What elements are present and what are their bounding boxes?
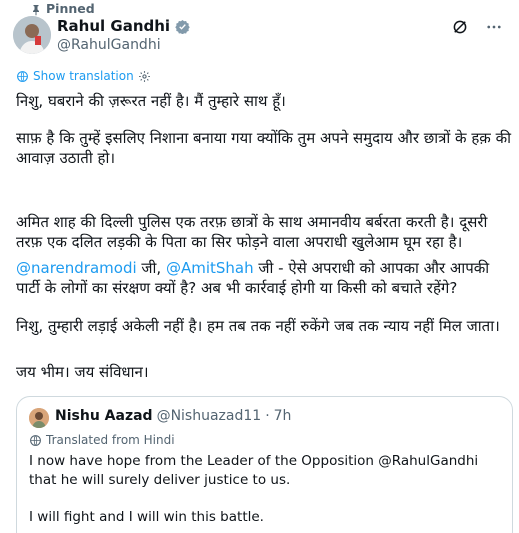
quoted-display-name[interactable]: Nishu Aazad [55, 408, 153, 424]
show-translation-link[interactable]: Show translation [16, 69, 151, 83]
verified-badge-icon[interactable] [175, 19, 190, 34]
quoted-paragraph-2: I will fight and I will win this battle. [29, 509, 264, 525]
show-translation-label: Show translation [33, 69, 134, 83]
quoted-text: I now have hope from the Leader of the O… [29, 452, 499, 527]
author-handle[interactable]: @RahulGandhi [57, 37, 161, 53]
quoted-avatar[interactable] [29, 408, 49, 428]
tweet-actions [451, 18, 503, 36]
mention-narendramodi[interactable]: @narendramodi [16, 259, 137, 277]
more-icon[interactable] [485, 18, 503, 36]
quoted-time[interactable]: 7h [274, 408, 292, 424]
quoted-tweet[interactable]: Nishu Aazad @Nishuazad11 · 7h Translated… [16, 396, 513, 533]
author-display-name[interactable]: Rahul Gandhi [57, 17, 170, 35]
avatar[interactable] [13, 16, 51, 54]
tweet-paragraph-3: अमित शाह की दिल्ली पुलिस एक तरफ़ छात्रों… [16, 213, 488, 251]
translated-from-text: Translated from Hindi [46, 433, 175, 447]
pinned-label: Pinned [46, 0, 95, 16]
mention-amitshah[interactable]: @AmitShah [166, 259, 254, 277]
translate-icon [17, 70, 28, 82]
tweet-paragraph-6: जय भीम। जय संविधान। [16, 363, 149, 381]
quoted-header: Nishu Aazad @Nishuazad11 · 7h [55, 408, 291, 424]
gear-icon[interactable] [138, 70, 151, 83]
author-name-row: Rahul Gandhi [57, 17, 190, 35]
tweet-paragraph-4-mid: जी, [136, 259, 166, 277]
translate-icon [30, 434, 41, 446]
tweet-paragraph-5: निशु, तुम्हारी लड़ाई अकेली नहीं है। हम त… [16, 317, 500, 335]
tweet-paragraph-4: @narendramodi जी, @AmitShah जी - ऐसे अपर… [16, 258, 516, 298]
tweet-paragraph-1: निशु, घबराने की ज़रूरत नहीं है। मैं तुम्… [16, 92, 286, 110]
quoted-paragraph-1: I now have hope from the Leader of the O… [29, 453, 479, 488]
pin-icon [30, 1, 42, 16]
quoted-handle[interactable]: @Nishuazad11 [157, 408, 262, 424]
quoted-separator: · [265, 408, 270, 424]
tweet-paragraph-2: साफ़ है कि तुम्हें इसलिए निशाना बनाया गय… [16, 129, 512, 167]
grok-icon[interactable] [451, 18, 469, 36]
translated-from-label: Translated from Hindi [29, 433, 175, 447]
